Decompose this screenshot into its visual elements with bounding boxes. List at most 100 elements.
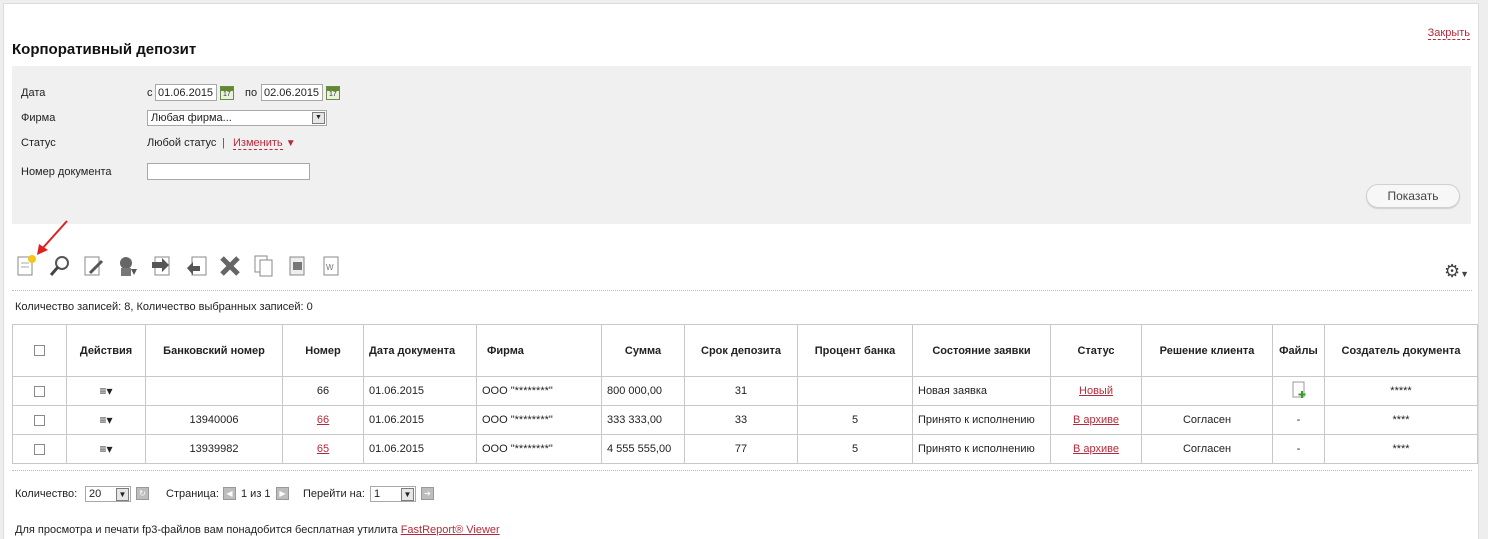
cell-state: Новая заявка: [912, 376, 1051, 406]
col-firm: Фирма: [476, 324, 602, 377]
cell-files: -: [1272, 405, 1325, 435]
col-client-decision: Решение клиента: [1141, 324, 1273, 377]
svg-text:W: W: [326, 263, 334, 272]
page-label: Страница:: [166, 488, 219, 500]
copy-icon[interactable]: [252, 254, 276, 280]
cell-percent: 5: [797, 405, 913, 435]
select-all-checkbox[interactable]: [34, 345, 45, 357]
goto-select[interactable]: 1 ▼: [370, 486, 416, 502]
goto-select-value: 1: [374, 488, 381, 500]
triangle-down-icon[interactable]: ▼: [286, 138, 296, 149]
cell-decision: Согласен: [1141, 434, 1273, 464]
page: Закрыть Корпоративный депозит Дата с 17 …: [3, 3, 1479, 539]
document-number-input[interactable]: [147, 163, 310, 180]
row-checkbox[interactable]: [34, 443, 45, 455]
go-arrow-icon[interactable]: ➔: [421, 487, 434, 500]
table-row[interactable]: ≡▾ 13940006 66 01.06.2015 ООО "********"…: [12, 405, 1478, 435]
fastreport-link[interactable]: FastReport® Viewer: [401, 524, 500, 536]
cell-sum: 333 333,00: [601, 405, 685, 435]
cell-number: 66: [282, 376, 364, 406]
cell-percent: 5: [797, 434, 913, 464]
cell-bank-number: 13940006: [145, 405, 283, 435]
cell-bank-number: 13939982: [145, 434, 283, 464]
status-label: Статус: [21, 137, 56, 149]
print-icon[interactable]: [286, 254, 310, 280]
cell-firm: ООО "********": [476, 405, 602, 435]
filter-panel: Дата с 17 по 17 Фирма Любая фирма... ▼ С…: [12, 66, 1471, 224]
delete-icon[interactable]: [218, 254, 242, 280]
cell-bank-number: [145, 376, 283, 406]
cell-term: 33: [684, 405, 798, 435]
show-button[interactable]: Показать: [1366, 184, 1460, 208]
search-icon[interactable]: [48, 254, 72, 280]
calendar-icon[interactable]: 17: [326, 86, 340, 100]
return-icon[interactable]: [184, 254, 208, 280]
col-bank-number: Банковский номер: [145, 324, 283, 377]
table-header-row: Действия Банковский номер Номер Дата док…: [12, 324, 1478, 377]
cell-date: 01.06.2015: [363, 434, 477, 464]
pager: Количество: 20 ▼ ↻ Страница: ◀ 1 из 1 ▶ …: [15, 485, 615, 505]
status-link[interactable]: В архиве: [1073, 443, 1119, 455]
edit-icon[interactable]: [82, 254, 106, 280]
refresh-icon[interactable]: ↻: [136, 487, 149, 500]
dropdown-arrow-icon: ▼: [312, 112, 325, 124]
cell-term: 77: [684, 434, 798, 464]
status-change-link[interactable]: Изменить: [233, 137, 283, 150]
number-link[interactable]: 66: [317, 414, 329, 426]
firm-label: Фирма: [21, 112, 56, 124]
prev-page-icon[interactable]: ◀: [223, 487, 236, 500]
date-from-input[interactable]: [155, 84, 217, 101]
export-word-icon[interactable]: W: [320, 254, 344, 280]
date-from-prefix: с: [147, 87, 153, 99]
goto-label: Перейти на:: [303, 488, 365, 500]
status-separator: |: [222, 137, 225, 149]
col-number: Номер: [282, 324, 364, 377]
close-link[interactable]: Закрыть: [1427, 27, 1470, 40]
status-value: Любой статус: [147, 137, 217, 149]
col-creator: Создатель документа: [1324, 324, 1478, 377]
toolbar-divider: [12, 290, 1472, 291]
status-link[interactable]: Новый: [1079, 385, 1113, 397]
cell-date: 01.06.2015: [363, 376, 477, 406]
number-link[interactable]: 65: [317, 443, 329, 455]
sign-icon[interactable]: [116, 254, 140, 280]
toolbar: W: [14, 254, 1473, 284]
next-page-icon[interactable]: ▶: [276, 487, 289, 500]
date-to-prefix: по: [245, 87, 258, 99]
cell-creator: *****: [1324, 376, 1478, 406]
cell-decision: [1141, 376, 1273, 406]
add-file-icon[interactable]: [1291, 381, 1307, 402]
footer-text: Для просмотра и печати fp3-файлов вам по…: [15, 524, 398, 536]
count-label: Количество:: [15, 488, 78, 500]
row-menu-icon[interactable]: ≡▾: [99, 384, 112, 398]
date-label: Дата: [21, 87, 46, 99]
gear-icon[interactable]: ⚙▼: [1444, 261, 1469, 282]
col-files: Файлы: [1272, 324, 1325, 377]
row-menu-icon[interactable]: ≡▾: [99, 413, 112, 427]
col-status: Статус: [1050, 324, 1142, 377]
firm-select[interactable]: Любая фирма... ▼: [147, 110, 327, 126]
row-checkbox[interactable]: [34, 414, 45, 426]
cell-firm: ООО "********": [476, 434, 602, 464]
send-icon[interactable]: [150, 254, 174, 280]
cell-term: 31: [684, 376, 798, 406]
row-checkbox[interactable]: [34, 385, 45, 397]
select-all-header: [12, 324, 67, 377]
cell-sum: 4 555 555,00: [601, 434, 685, 464]
col-term: Срок депозита: [684, 324, 798, 377]
new-document-icon[interactable]: [14, 254, 38, 280]
table-row[interactable]: ≡▾ 13939982 65 01.06.2015 ООО "********"…: [12, 434, 1478, 464]
count-select[interactable]: 20 ▼: [85, 486, 131, 502]
documents-table: Действия Банковский номер Номер Дата док…: [12, 324, 1478, 464]
cell-state: Принято к исполнению: [912, 434, 1051, 464]
date-to-input[interactable]: [261, 84, 323, 101]
table-row[interactable]: ≡▾ 66 01.06.2015 ООО "********" 800 000,…: [12, 376, 1478, 406]
cell-creator: ****: [1324, 405, 1478, 435]
col-sum: Сумма: [601, 324, 685, 377]
footer-note: Для просмотра и печати fp3-файлов вам по…: [15, 524, 500, 536]
cell-state: Принято к исполнению: [912, 405, 1051, 435]
status-link[interactable]: В архиве: [1073, 414, 1119, 426]
row-menu-icon[interactable]: ≡▾: [99, 442, 112, 456]
cell-firm: ООО "********": [476, 376, 602, 406]
calendar-icon[interactable]: 17: [220, 86, 234, 100]
